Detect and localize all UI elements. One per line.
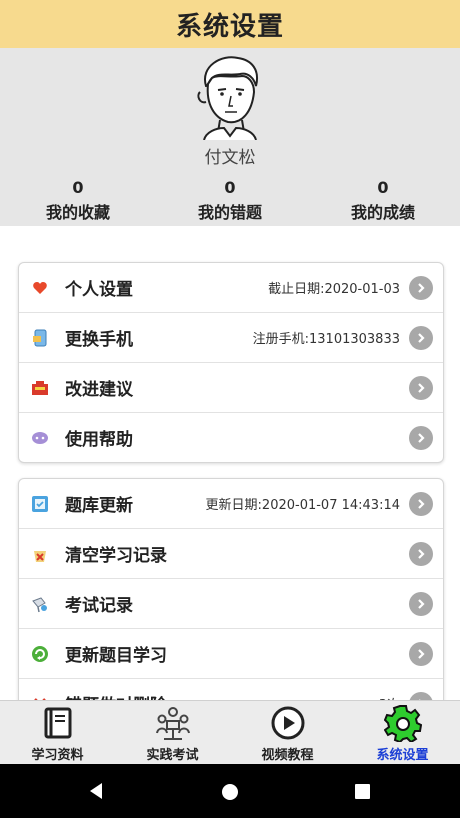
avatar[interactable]: [190, 52, 270, 141]
bottom-tab-bar: 学习资料 实践考试 视频教程 系统设置: [0, 700, 460, 765]
registered-phone: 注册手机:13101303833: [252, 332, 400, 347]
book-icon: [38, 704, 78, 742]
tab-label: 学习资料: [31, 748, 84, 763]
row-help[interactable]: 使用帮助: [19, 413, 443, 462]
chevron-right-icon[interactable]: [409, 425, 433, 450]
row-exam-records[interactable]: 考试记录: [19, 579, 443, 629]
stat-label: 我的收藏: [45, 203, 110, 222]
row-update-questions[interactable]: 更新题目学习: [19, 629, 443, 679]
chevron-right-icon[interactable]: [409, 541, 433, 566]
clear-icon: [30, 544, 50, 564]
settings-group-2: 题库更新 更新日期:2020-01-07 14:43:14 清空学习记录 考试记…: [18, 478, 444, 720]
stat-label: 我的成绩: [350, 203, 415, 222]
stat-value: 0: [377, 178, 389, 197]
row-label: 使用帮助: [65, 430, 133, 450]
expiry-date: 截止日期:2020-01-03: [268, 282, 400, 297]
stat-scores[interactable]: 0 我的成绩: [313, 178, 453, 223]
heart-icon: [30, 278, 50, 298]
chevron-right-icon[interactable]: [409, 641, 433, 666]
stat-favorites[interactable]: 0 我的收藏: [8, 178, 148, 223]
row-question-bank-update[interactable]: 题库更新 更新日期:2020-01-07 14:43:14: [19, 479, 443, 529]
stat-label: 我的错题: [197, 203, 262, 222]
row-change-phone[interactable]: 更换手机 注册手机:13101303833: [19, 313, 443, 363]
settings-group-1: 个人设置 截止日期:2020-01-03 更换手机 注册手机:131013038…: [18, 262, 444, 463]
exam-record-icon: [30, 594, 50, 614]
play-icon: [268, 704, 308, 742]
app-header: 系统设置: [0, 0, 460, 48]
phone-icon: [30, 328, 50, 348]
suggestion-box-icon: [30, 378, 50, 398]
tab-practice-exam[interactable]: 实践考试: [115, 701, 230, 765]
exam-people-icon: [153, 704, 193, 742]
chevron-right-icon[interactable]: [409, 591, 433, 616]
tab-label: 系统设置: [376, 748, 429, 763]
system-nav-bar: [0, 764, 460, 818]
profile-section: 付文松 0 我的收藏 0 我的错题 0 我的成绩: [0, 48, 460, 226]
back-icon[interactable]: [86, 781, 106, 801]
page-title: 系统设置: [175, 11, 284, 42]
tab-video-tutorials[interactable]: 视频教程: [230, 701, 345, 765]
recents-icon[interactable]: [354, 783, 371, 800]
refresh-icon: [30, 644, 50, 664]
stat-value: 0: [224, 178, 236, 197]
tab-study-materials[interactable]: 学习资料: [0, 701, 115, 765]
tab-label: 视频教程: [261, 748, 314, 763]
row-suggestions[interactable]: 改进建议: [19, 363, 443, 413]
help-icon: [30, 428, 50, 448]
home-icon[interactable]: [221, 783, 239, 801]
update-icon: [30, 494, 50, 514]
row-label: 改进建议: [65, 380, 133, 400]
row-clear-records[interactable]: 清空学习记录: [19, 529, 443, 579]
tab-system-settings[interactable]: 系统设置: [345, 701, 460, 765]
username: 付文松: [204, 148, 256, 168]
chevron-right-icon[interactable]: [409, 275, 433, 300]
row-label: 个人设置: [65, 280, 133, 300]
gear-icon: [383, 704, 423, 742]
chevron-right-icon[interactable]: [409, 375, 433, 400]
update-date: 更新日期:2020-01-07 14:43:14: [205, 498, 400, 513]
row-personal-settings[interactable]: 个人设置 截止日期:2020-01-03: [19, 263, 443, 313]
chevron-right-icon[interactable]: [409, 491, 433, 516]
row-label: 更换手机: [65, 330, 133, 350]
stat-value: 0: [72, 178, 84, 197]
row-label: 更新题目学习: [65, 646, 167, 666]
row-label: 考试记录: [65, 596, 133, 616]
stat-wrong-questions[interactable]: 0 我的错题: [160, 178, 300, 223]
row-label: 清空学习记录: [65, 546, 167, 566]
chevron-right-icon[interactable]: [409, 325, 433, 350]
row-label: 题库更新: [65, 496, 133, 516]
tab-label: 实践考试: [146, 748, 199, 763]
